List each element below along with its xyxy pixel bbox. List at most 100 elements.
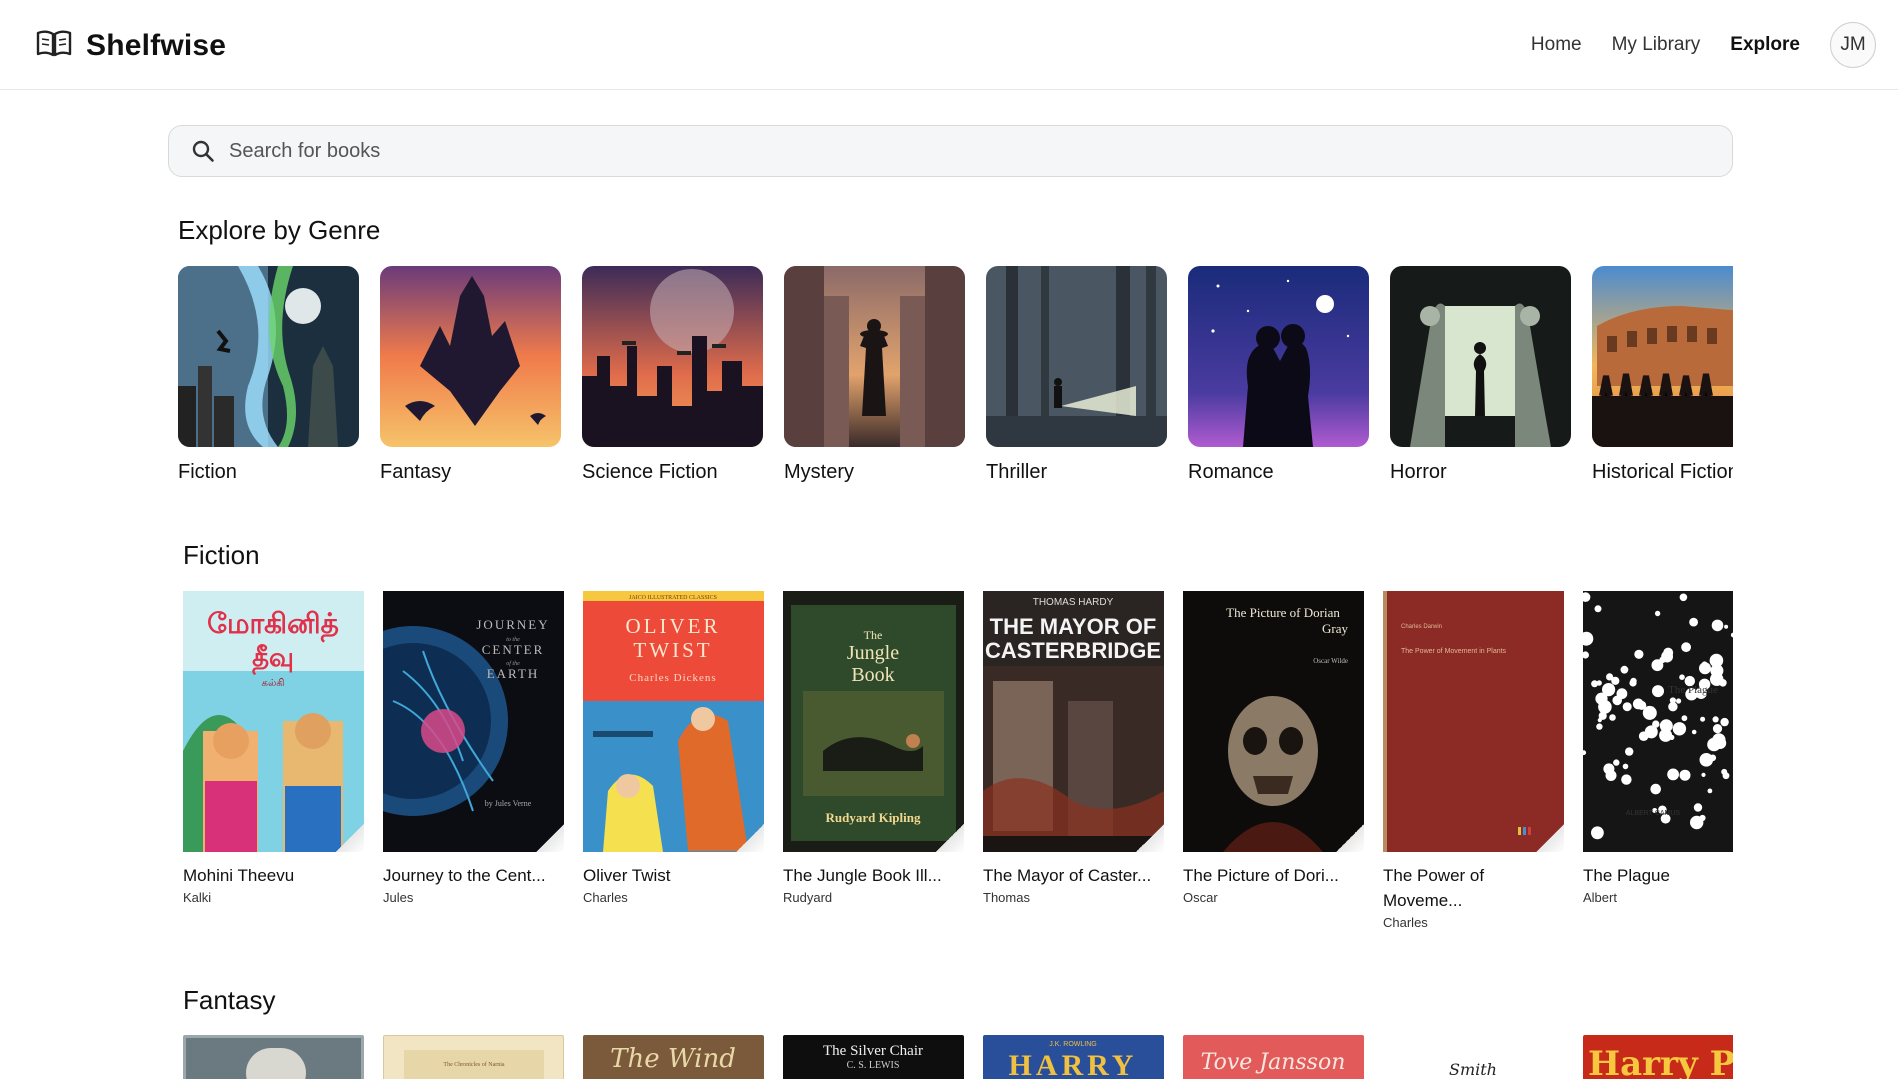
cover-dot xyxy=(1594,605,1602,613)
fantasy-book-cover[interactable]: The Chronicles of Narnia xyxy=(383,1035,564,1079)
book-card[interactable]: The Plague ALBERT CAMUS The Plague Alber… xyxy=(1583,591,1733,905)
book-card[interactable]: மோகினித் தீவு கல்கி Mohini Theevu Kalki xyxy=(183,591,364,905)
book-title: The Picture of Dori... xyxy=(1183,866,1339,885)
cover-author: Charles Dickens xyxy=(629,672,716,684)
cover-dot xyxy=(1699,662,1711,675)
fantasy-section-title: Fantasy xyxy=(183,985,276,1015)
cover-dot xyxy=(1616,688,1628,700)
cover-title-line: The Chronicles of Narnia xyxy=(443,1061,504,1068)
cover-title-line: The Power of Movement in Plants xyxy=(1401,648,1507,655)
book-cover: JAICO ILLUSTRATED CLASSICS OLIVER TWIST … xyxy=(583,591,764,852)
cover-dot xyxy=(1650,783,1661,795)
book-author: Oscar xyxy=(1183,890,1218,905)
genre-card-thriller[interactable]: Thriller xyxy=(986,266,1167,484)
cover-dot xyxy=(1638,731,1649,741)
cover-dot xyxy=(1693,803,1703,812)
cover-title-line: The Plague xyxy=(1668,684,1718,696)
cover-dot xyxy=(1712,716,1719,723)
cover-title-line: தீவு xyxy=(252,643,294,675)
genre-card-science-fiction[interactable]: Science Fiction xyxy=(582,266,763,484)
cover-title-line: JOURNEY xyxy=(476,617,549,632)
cover-dot xyxy=(1621,774,1632,785)
book-title: The Jungle Book Ill... xyxy=(783,866,942,885)
book-card[interactable]: The Jungle Book Rudyard Kipling The Jung… xyxy=(783,591,964,905)
cover-dot xyxy=(1613,759,1620,766)
book-cover: The Plague ALBERT CAMUS xyxy=(1583,591,1733,852)
search-bar[interactable] xyxy=(168,125,1733,177)
cover-author: C. S. LEWIS xyxy=(847,1060,900,1071)
cover-dot xyxy=(1642,705,1657,720)
book-card[interactable]: THOMAS HARDY THE MAYOR OF CASTERBRIDGE T… xyxy=(983,591,1164,905)
genre-row: Fiction Fantasy Science Fiction Mystery … xyxy=(178,266,1733,496)
genre-label: Horror xyxy=(1390,461,1447,483)
cover-dot xyxy=(1622,702,1632,712)
cover-title-line: Harry Potter xyxy=(1588,1044,1733,1079)
cover-title-line: TWIST xyxy=(633,638,712,662)
cover-author: Rudyard Kipling xyxy=(825,810,921,825)
cover-dot xyxy=(1724,624,1729,629)
book-card[interactable]: JAICO ILLUSTRATED CLASSICS OLIVER TWIST … xyxy=(583,591,764,905)
genre-image-fantasy xyxy=(380,266,561,447)
cover-title-line: EARTH xyxy=(487,666,540,681)
nav-my-library[interactable]: My Library xyxy=(1612,34,1701,56)
fiction-books-row: மோகினித் தீவு கல்கி Mohini Theevu Kalki xyxy=(178,591,1733,941)
book-cover: The Picture of Dorian Gray Oscar Wilde xyxy=(1183,591,1364,852)
book-author: Charles xyxy=(1383,915,1428,930)
cover-title-line: Smith xyxy=(1449,1060,1497,1079)
fantasy-book-cover[interactable]: The Silver Chair C. S. LEWIS xyxy=(783,1035,964,1079)
nav-home[interactable]: Home xyxy=(1531,34,1582,56)
user-avatar[interactable]: JM xyxy=(1830,22,1876,68)
genre-label: Thriller xyxy=(986,461,1048,483)
genre-card-romance[interactable]: Romance xyxy=(1188,266,1369,484)
brand[interactable]: Shelfwise xyxy=(36,26,226,66)
book-author: Charles xyxy=(583,890,628,905)
cover-dot xyxy=(1603,763,1615,775)
cover-dot xyxy=(1712,672,1717,677)
cover-title-line: Tove Jansson xyxy=(1201,1050,1346,1075)
search-icon xyxy=(191,139,215,163)
cover-dot xyxy=(1721,768,1728,775)
search-input[interactable] xyxy=(229,139,1679,163)
nav-explore[interactable]: Explore xyxy=(1730,34,1800,56)
cover-dot xyxy=(1720,717,1729,727)
genre-card-fantasy[interactable]: Fantasy xyxy=(380,266,561,484)
cover-dot xyxy=(1679,769,1691,781)
cover-author: கல்கி xyxy=(262,678,285,689)
cover-dot xyxy=(1679,674,1685,680)
genre-card-historical-fiction[interactable]: Historical Fiction xyxy=(1592,266,1733,484)
fantasy-book-cover[interactable] xyxy=(183,1035,364,1079)
book-card[interactable]: Charles Darwin The Power of Movement in … xyxy=(1383,591,1564,930)
cover-title-line: CENTER xyxy=(482,642,545,657)
cover-series: JAICO ILLUSTRATED CLASSICS xyxy=(629,595,717,601)
fantasy-book-cover[interactable]: The Wind xyxy=(583,1035,764,1079)
book-card[interactable]: JOURNEY to the CENTER of the EARTH by Ju… xyxy=(383,591,564,905)
cover-dot xyxy=(1596,723,1603,730)
cover-dot xyxy=(1654,610,1661,617)
cover-dot xyxy=(1672,722,1687,736)
book-card[interactable]: The Picture of Dorian Gray Oscar Wilde T… xyxy=(1183,591,1364,905)
cover-title-line: OLIVER xyxy=(626,614,721,638)
cover-dot xyxy=(1606,673,1614,681)
cover-author: THOMAS HARDY xyxy=(1033,597,1114,608)
cover-dot xyxy=(1689,617,1698,627)
cover-title-line: HARRY xyxy=(1009,1049,1138,1079)
main-nav: Home My Library Explore JM xyxy=(1531,22,1876,68)
genre-label: Fantasy xyxy=(380,461,452,483)
fantasy-book-cover[interactable]: Harry Potter xyxy=(1583,1035,1733,1079)
cover-title-line: The Picture of Dorian xyxy=(1226,605,1340,620)
genre-card-horror[interactable]: Horror xyxy=(1390,266,1571,484)
cover-dot xyxy=(1707,788,1713,794)
fantasy-book-cover[interactable]: Smith xyxy=(1383,1035,1564,1079)
fantasy-book-cover[interactable]: J.K. ROWLING HARRY xyxy=(983,1035,1164,1079)
genre-image-historical-fiction xyxy=(1592,266,1733,447)
fantasy-book-cover[interactable]: Tove Jansson xyxy=(1183,1035,1364,1079)
book-cover: The Jungle Book Rudyard Kipling xyxy=(783,591,964,852)
book-author: Rudyard xyxy=(783,890,833,905)
genre-image-romance xyxy=(1188,266,1369,447)
cover-title-line: The Wind xyxy=(610,1044,736,1074)
book-title: The Power of Moveme... xyxy=(1383,866,1485,910)
genre-card-mystery[interactable]: Mystery xyxy=(784,266,965,484)
genre-card-fiction[interactable]: Fiction xyxy=(178,266,359,484)
plague-cover-art: The Plague ALBERT CAMUS xyxy=(1583,591,1733,852)
cover-dot xyxy=(1659,719,1673,733)
